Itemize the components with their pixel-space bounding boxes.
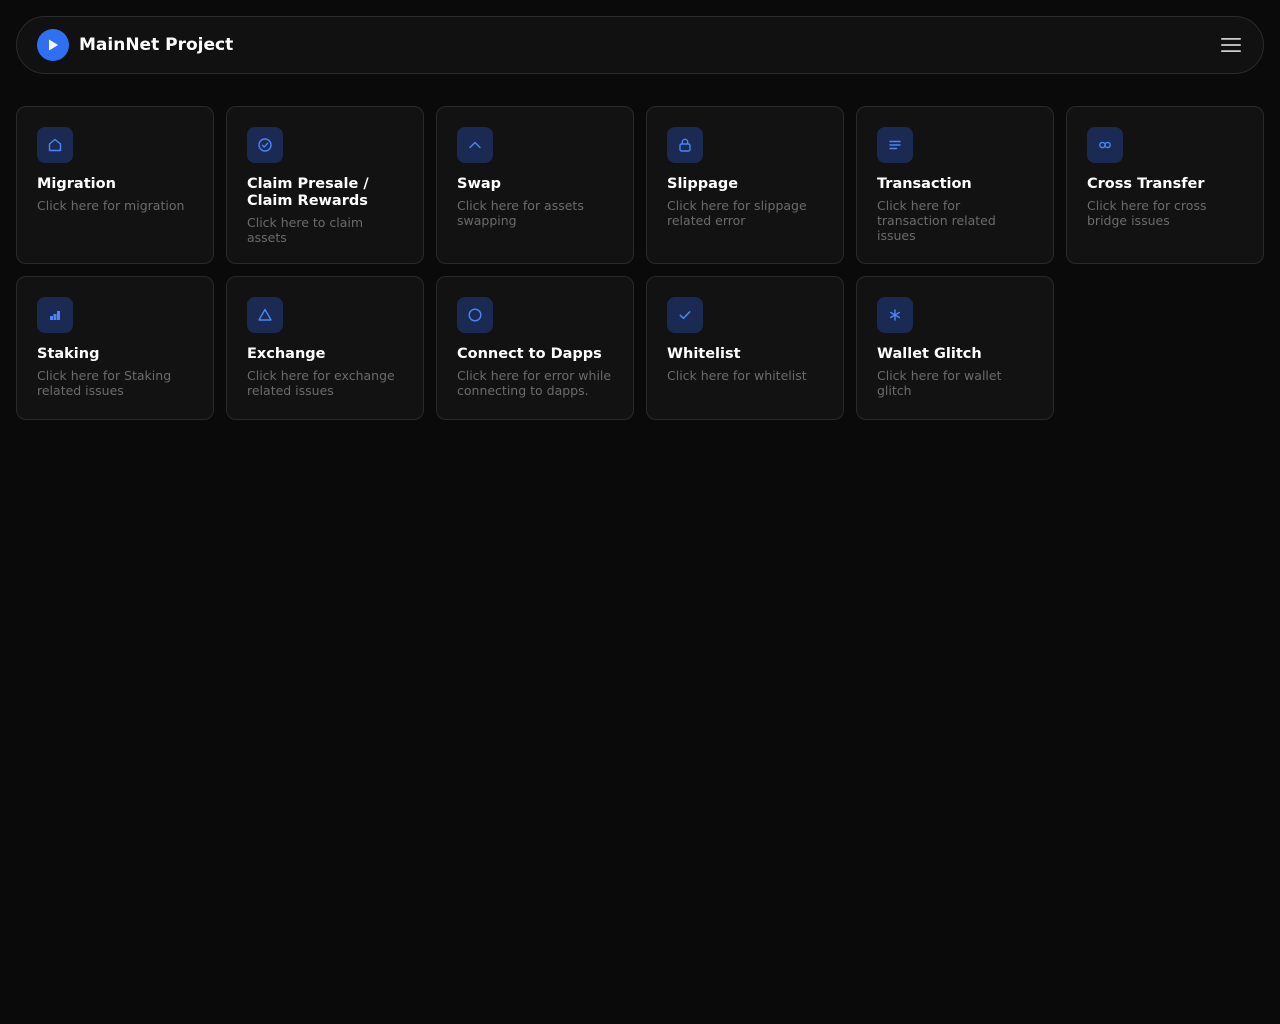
card-wallet-glitch[interactable]: Wallet Glitch Click here for wallet glit… [856, 276, 1054, 420]
lines-icon [877, 127, 913, 163]
circle-icon [457, 297, 493, 333]
play-icon[interactable] [37, 29, 69, 61]
issue-card-grid: Migration Click here for migration Claim… [16, 106, 1264, 420]
bar-chart-icon [37, 297, 73, 333]
card-claim-presale[interactable]: Claim Presale / Claim Rewards Click here… [226, 106, 424, 264]
lock-icon [667, 127, 703, 163]
infinity-icon [1087, 127, 1123, 163]
card-title: Connect to Dapps [457, 346, 602, 362]
card-description: Click here for exchange related issues [247, 368, 395, 398]
brand-name[interactable]: MainNet Project [79, 35, 233, 55]
card-connect-dapps[interactable]: Connect to Dapps Click here for error wh… [436, 276, 634, 420]
card-transaction[interactable]: Transaction Click here for transaction r… [856, 106, 1054, 264]
card-staking[interactable]: Staking Click here for Staking related i… [16, 276, 214, 420]
sparkle-icon [877, 297, 913, 333]
check-icon [667, 297, 703, 333]
card-description: Click here for Staking related issues [37, 368, 172, 398]
card-description: Click here for migration [37, 198, 185, 213]
card-description: Click here for slippage related error [667, 198, 807, 228]
card-title: Whitelist [667, 346, 741, 362]
card-title: Swap [457, 176, 502, 192]
card-migration[interactable]: Migration Click here for migration [16, 106, 214, 264]
top-navbar: MainNet Project [16, 16, 1264, 74]
card-whitelist[interactable]: Whitelist Click here for whitelist [646, 276, 844, 420]
card-title: Cross Transfer [1087, 176, 1205, 192]
card-title: Wallet Glitch [877, 346, 982, 362]
card-cross-transfer[interactable]: Cross Transfer Click here for cross brid… [1066, 106, 1264, 264]
hamburger-menu-icon[interactable] [1219, 33, 1243, 57]
card-exchange[interactable]: Exchange Click here for exchange related… [226, 276, 424, 420]
card-title: Migration [37, 176, 116, 192]
card-description: Click here for wallet glitch [877, 368, 1002, 398]
card-title: Exchange [247, 346, 326, 362]
chevron-up-icon [457, 127, 493, 163]
card-title: Staking [37, 346, 100, 362]
card-description: Click here to claim assets [247, 215, 364, 245]
home-icon [37, 127, 73, 163]
card-title: Slippage [667, 176, 739, 192]
card-description: Click here for whitelist [667, 368, 807, 383]
card-description: Click here for cross bridge issues [1087, 198, 1207, 228]
card-title: Transaction [877, 176, 972, 192]
check-circle-icon [247, 127, 283, 163]
card-swap[interactable]: Swap Click here for assets swapping [436, 106, 634, 264]
card-description: Click here for transaction related issue… [877, 198, 996, 243]
card-description: Click here for assets swapping [457, 198, 584, 228]
triangle-icon [247, 297, 283, 333]
card-description: Click here for error while connecting to… [457, 368, 612, 398]
card-slippage[interactable]: Slippage Click here for slippage related… [646, 106, 844, 264]
card-title: Claim Presale / Claim Rewards [247, 176, 369, 209]
